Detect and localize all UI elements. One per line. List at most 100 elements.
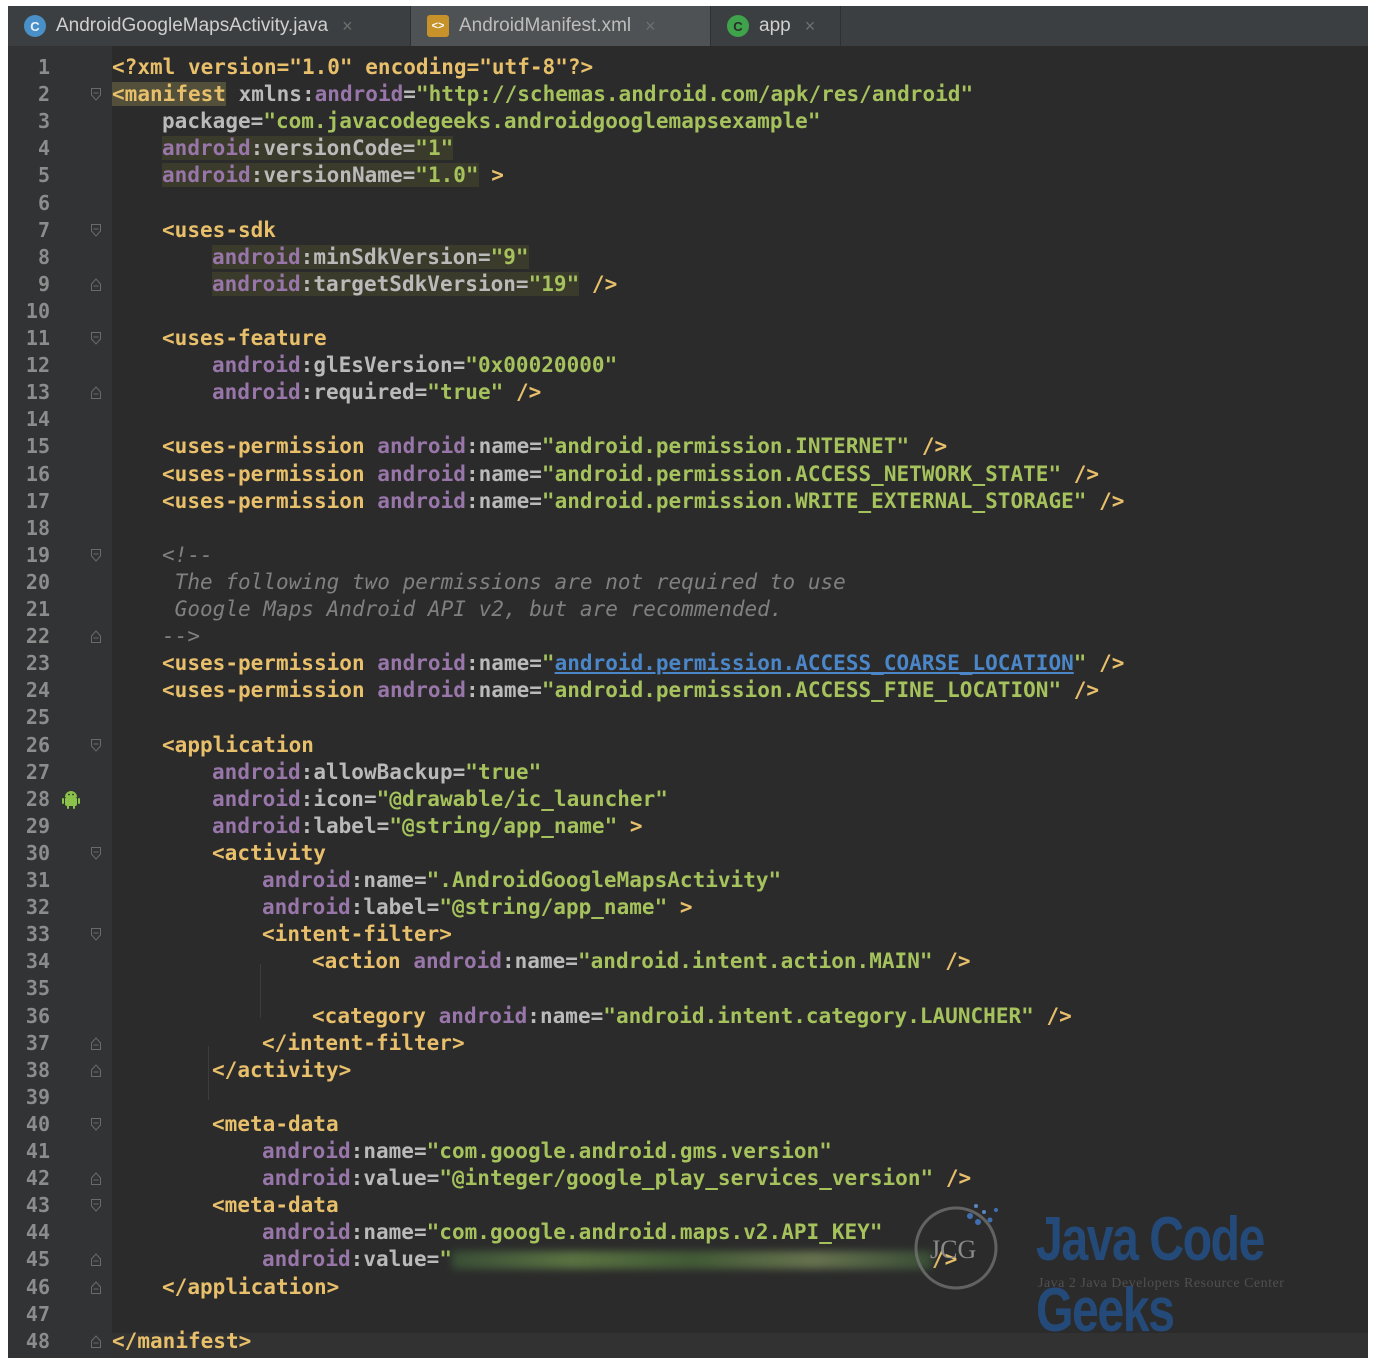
code-token: :name= <box>350 1220 427 1245</box>
code-line[interactable]: 41 android:name="com.google.android.gms.v… <box>8 1138 1368 1165</box>
fold-close-icon[interactable] <box>91 278 101 291</box>
fold-close-icon[interactable] <box>91 386 101 400</box>
code-token: :name= <box>350 1139 427 1163</box>
code-line[interactable]: 6 <box>8 190 1368 217</box>
code-token: :allowBackup= <box>300 759 466 784</box>
code-line[interactable]: 35 <box>8 975 1368 1002</box>
code-line[interactable]: 18 <box>8 515 1368 542</box>
code-line[interactable]: 14 <box>8 406 1368 433</box>
code-line[interactable]: 13 android:required="true" /> <box>8 379 1368 406</box>
code-line[interactable]: 32 android:label="@string/app_name" > <box>8 894 1368 921</box>
code-line[interactable]: 24 <uses-permission android:name="android… <box>8 677 1368 704</box>
code-line[interactable]: 26 <application <box>8 732 1368 759</box>
fold-close-icon[interactable] <box>91 1036 101 1050</box>
code-line[interactable]: 5 android:versionName="1.0" > <box>8 162 1368 189</box>
fold-open-icon[interactable] <box>91 548 101 562</box>
code-line[interactable]: 22 --> <box>8 623 1368 650</box>
code-line[interactable]: 15 <uses-permission android:name="android… <box>8 433 1368 460</box>
gradle-app-icon: C <box>727 15 749 37</box>
code-line[interactable]: 30 <activity <box>8 840 1368 867</box>
code-line[interactable]: 29 android:label="@string/app_name" > <box>8 813 1368 840</box>
code-token: "true" <box>465 759 542 784</box>
code-token: <application <box>162 732 314 757</box>
code-line[interactable]: 33 <intent-filter> <box>8 921 1368 948</box>
line-number: 23 <box>25 651 50 676</box>
code-line[interactable]: 2 <manifest xmlns:android="http://schemas… <box>8 81 1368 108</box>
fold-close-icon[interactable] <box>91 1334 101 1348</box>
code-token: android <box>262 895 351 920</box>
code-token: :name= <box>465 678 542 703</box>
fold-open-icon[interactable] <box>91 88 101 101</box>
fold-close-icon[interactable] <box>91 1253 101 1267</box>
code-editor-window: C AndroidGoogleMapsActivity.java × <> An… <box>8 6 1368 1358</box>
fold-open-icon[interactable] <box>91 1117 101 1131</box>
code-line[interactable]: 1 <?xml version="1.0" encoding="utf-8"?> <box>8 54 1368 81</box>
tab-android-google-maps-activity[interactable]: C AndroidGoogleMapsActivity.java × <box>8 6 411 46</box>
code-line[interactable]: 9 android:targetSdkVersion="19" /> <box>8 271 1368 298</box>
code-line[interactable]: 39 <box>8 1084 1368 1111</box>
code-line[interactable]: 31 android:name=".AndroidGoogleMapsActivi… <box>8 867 1368 894</box>
code-line[interactable]: 23 <uses-permission android:name="android… <box>8 650 1368 677</box>
code-line[interactable]: 20 The following two permissions are not… <box>8 569 1368 596</box>
code-line[interactable]: 27 android:allowBackup="true" <box>8 759 1368 786</box>
line-number: 28 <box>25 786 50 811</box>
fold-open-icon[interactable] <box>91 738 101 752</box>
code-line[interactable]: 10 <box>8 298 1368 325</box>
code-line[interactable]: 16 <uses-permission android:name="android… <box>8 461 1368 488</box>
code-line[interactable]: 19 <!-- <box>8 542 1368 569</box>
code-line[interactable]: 8 android:minSdkVersion="9" <box>8 244 1368 271</box>
code-line[interactable]: 7 <uses-sdk <box>8 217 1368 244</box>
fold-close-icon[interactable] <box>91 1280 101 1294</box>
line-number: 12 <box>25 353 50 378</box>
code-text: <uses-permission android:name="android.p… <box>162 488 1124 515</box>
fold-open-icon[interactable] <box>91 332 101 345</box>
permission-link[interactable]: android.permission.ACCESS_COARSE_LOCATIO… <box>555 651 1074 675</box>
line-number: 4 <box>37 136 50 161</box>
code-token: ".AndroidGoogleMapsActivity" <box>426 868 782 892</box>
code-text: <application <box>162 732 314 759</box>
fold-open-icon[interactable] <box>91 928 101 941</box>
code-line[interactable]: 4 android:versionCode="1" <box>8 135 1368 162</box>
code-line[interactable]: 28 android:icon="@drawable/ic_launcher" <box>8 786 1368 813</box>
close-icon[interactable]: × <box>342 16 353 37</box>
android-icon[interactable] <box>62 790 80 810</box>
tab-android-manifest[interactable]: <> AndroidManifest.xml × <box>411 6 711 46</box>
close-icon[interactable]: × <box>645 16 656 37</box>
code-line[interactable]: 3 package="com.javacodegeeks.androidgoogl… <box>8 108 1368 135</box>
code-line[interactable]: 21 Google Maps Android API v2, but are r… <box>8 596 1368 623</box>
code-token: android <box>212 813 301 838</box>
code-token: <meta-data <box>212 1193 339 1218</box>
code-line[interactable]: 11 <uses-feature <box>8 325 1368 352</box>
tab-app[interactable]: C app × <box>711 6 841 46</box>
code-token: "0x00020000" <box>465 353 618 378</box>
fold-close-icon[interactable] <box>91 630 101 644</box>
code-token: <uses-permission <box>162 678 365 703</box>
code-line[interactable]: 37 </intent-filter> <box>8 1030 1368 1057</box>
code-text: <category android:name="android.intent.c… <box>312 1003 1072 1030</box>
fold-open-icon[interactable] <box>91 223 101 237</box>
fold-close-icon[interactable] <box>91 1172 101 1186</box>
code-text: <manifest xmlns:android="http://schemas.… <box>112 81 973 108</box>
code-token: :label= <box>300 813 390 838</box>
code-line[interactable]: 38 </activity> <box>8 1057 1368 1084</box>
code-line[interactable]: 17 <uses-permission android:name="android… <box>8 488 1368 515</box>
code-token: android <box>262 868 351 892</box>
code-token: android <box>377 461 466 486</box>
line-number: 40 <box>25 1111 50 1136</box>
fold-open-icon[interactable] <box>91 1199 101 1212</box>
code-token: <?xml version="1.0" encoding="utf-8"?> <box>112 55 594 79</box>
close-icon[interactable]: × <box>805 16 816 37</box>
code-line[interactable]: 40 <meta-data <box>8 1111 1368 1138</box>
code-token: /> <box>579 271 618 296</box>
code-token: "@integer/google_play_services_version" <box>439 1166 934 1191</box>
fold-open-icon[interactable] <box>91 846 101 860</box>
code-line[interactable]: 12 android:glEsVersion="0x00020000" <box>8 352 1368 379</box>
line-number: 25 <box>25 705 50 730</box>
code-line[interactable]: 25 <box>8 704 1368 731</box>
code-token: :targetSdkVersion= <box>300 271 529 296</box>
code-line[interactable]: 36 <category android:name="android.intent… <box>8 1003 1368 1030</box>
code-line[interactable]: 34 <action android:name="android.intent.a… <box>8 948 1368 975</box>
fold-close-icon[interactable] <box>91 1063 101 1077</box>
line-number: 48 <box>25 1328 50 1353</box>
